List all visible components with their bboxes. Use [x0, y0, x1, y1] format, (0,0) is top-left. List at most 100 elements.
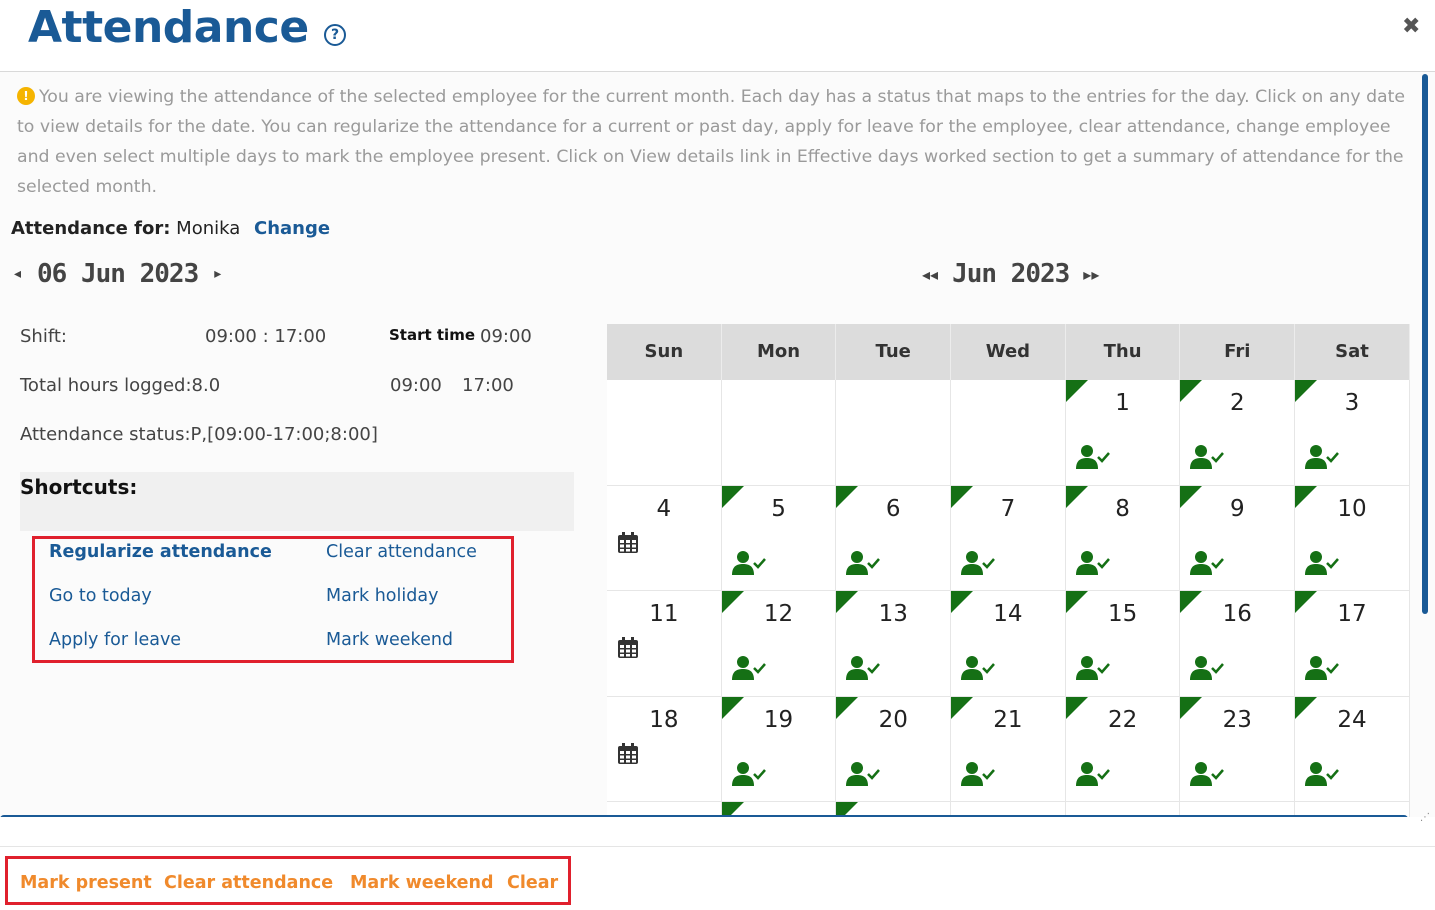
calendar-day-cell[interactable]: 2 — [1180, 380, 1296, 486]
start-time-value: 09:00 — [480, 326, 532, 347]
weekday-sat: Sat — [1295, 324, 1410, 380]
day-navigator: ◂ 06 Jun 2023 ▸ — [14, 256, 221, 292]
attendance-for: Attendance for: Monika Change — [11, 218, 330, 239]
previous-month-icon[interactable]: ◂◂ — [922, 265, 938, 284]
change-employee-link[interactable]: Change — [254, 218, 330, 239]
modal-body: ! You are viewing the attendance of the s… — [0, 72, 1435, 817]
day-number: 11 — [649, 601, 679, 627]
calendar-day-cell[interactable]: 14 — [951, 591, 1066, 697]
previous-day-icon[interactable]: ◂ — [14, 266, 21, 282]
calendar-empty-cell — [607, 380, 722, 486]
present-flag-icon — [1180, 591, 1203, 613]
present-flag-icon — [1065, 485, 1088, 508]
present-flag-icon — [1295, 380, 1318, 402]
mark-present-button[interactable]: Mark present — [20, 873, 152, 893]
calendar-day-cell[interactable]: 20 — [836, 696, 952, 802]
present-flag-icon — [836, 591, 859, 613]
clear-attendance-link[interactable]: Clear attendance — [326, 542, 477, 562]
calendar-day-cell[interactable]: 1 — [1065, 380, 1181, 486]
person-present-icon — [961, 550, 997, 576]
mark-weekend-button[interactable]: Mark weekend — [350, 873, 494, 893]
present-flag-icon — [1295, 591, 1318, 613]
present-flag-icon — [1180, 696, 1203, 719]
calendar-day-cell[interactable]: 15 — [1065, 591, 1181, 697]
present-flag-icon — [836, 485, 859, 508]
weekday-sun: Sun — [607, 324, 722, 380]
next-day-icon[interactable]: ▸ — [214, 266, 221, 282]
calendar-day-cell[interactable]: 4 — [607, 485, 722, 591]
weekday-fri: Fri — [1180, 324, 1296, 380]
calendar-week-row: 11 12 13 14 15 16 17 — [607, 591, 1410, 697]
present-flag-icon — [836, 696, 859, 719]
person-present-icon — [1190, 550, 1226, 576]
present-flag-icon — [721, 485, 744, 508]
vertical-scrollbar[interactable] — [1422, 74, 1428, 614]
calendar-day-cell[interactable]: 22 — [1065, 696, 1181, 802]
calendar-day-cell[interactable]: 10 — [1295, 485, 1410, 591]
present-flag-icon — [1065, 696, 1088, 719]
go-to-today-link[interactable]: Go to today — [49, 586, 152, 606]
weekday-tue: Tue — [836, 324, 952, 380]
calendar-day-cell[interactable]: 21 — [951, 696, 1066, 802]
calendar-empty-cell — [951, 380, 1066, 486]
attendance-status: Attendance status:P,[09:00-17:00;8:00] — [20, 424, 378, 445]
day-number: 4 — [656, 495, 672, 522]
calendar-day-cell[interactable]: 13 — [836, 591, 952, 697]
current-month: Jun 2023 — [952, 259, 1070, 289]
present-flag-icon — [1180, 485, 1203, 508]
shortcuts-title: Shortcuts: — [20, 475, 138, 499]
clear-attendance-button[interactable]: Clear attendance — [164, 873, 333, 893]
calendar-grid: 1 2 3 4 5 6 7 8 9 10 11 12 13 14 15 16 17 18 19 20 21 22 23 24 — [607, 380, 1410, 817]
calendar-day-cell[interactable]: 24 — [1295, 696, 1410, 802]
resize-handle-icon[interactable]: ⋰ — [1420, 812, 1430, 823]
present-flag-icon — [951, 591, 974, 613]
day-number: 18 — [649, 706, 679, 733]
calendar-day-cell[interactable]: 18 — [607, 696, 722, 802]
calendar-empty-cell — [721, 380, 837, 486]
calendar-day-cell[interactable]: 3 — [1295, 380, 1410, 486]
present-flag-icon — [721, 591, 744, 613]
calendar-day-cell[interactable]: 19 — [721, 696, 837, 802]
calendar-day-cell[interactable]: 6 — [836, 485, 952, 591]
calendar-day-cell[interactable]: 16 — [1180, 591, 1296, 697]
present-flag-icon — [721, 696, 744, 719]
mark-holiday-link[interactable]: Mark holiday — [326, 586, 438, 606]
calendar-icon[interactable] — [617, 531, 639, 554]
modal-header: Attendance ? ✖ — [0, 0, 1435, 72]
info-icon: ! — [17, 87, 35, 105]
page-title: Attendance — [28, 2, 309, 53]
calendar-icon[interactable] — [617, 637, 639, 659]
time-in: 09:00 — [390, 375, 442, 396]
calendar-icon[interactable] — [617, 742, 639, 765]
calendar-day-cell[interactable]: 23 — [1180, 696, 1296, 802]
person-present-icon — [846, 655, 882, 681]
person-present-icon — [731, 655, 768, 681]
total-hours-logged: Total hours logged:8.0 — [20, 375, 221, 396]
info-text: You are viewing the attendance of the se… — [17, 87, 1406, 197]
clear-button[interactable]: Clear — [507, 873, 558, 893]
calendar-day-cell[interactable]: 7 — [951, 485, 1066, 591]
time-out: 17:00 — [462, 375, 514, 396]
regularize-attendance-link[interactable]: Regularize attendance — [49, 542, 272, 562]
close-icon[interactable]: ✖ — [1402, 14, 1420, 39]
person-present-icon — [731, 761, 768, 787]
calendar-day-cell[interactable]: 11 — [607, 591, 722, 697]
horizontal-scrollbar[interactable] — [0, 815, 1408, 817]
calendar-day-cell[interactable]: 17 — [1295, 591, 1410, 697]
help-icon[interactable]: ? — [324, 24, 346, 46]
calendar-day-cell[interactable]: 8 — [1065, 485, 1181, 591]
calendar-day-cell[interactable]: 9 — [1180, 485, 1296, 591]
shortcut-links: Regularize attendance Clear attendance G… — [32, 536, 514, 663]
calendar-day-cell[interactable]: 12 — [721, 591, 837, 697]
next-month-icon[interactable]: ▸▸ — [1083, 265, 1099, 284]
person-present-icon — [1075, 444, 1112, 470]
attendance-for-label: Attendance for: — [11, 218, 171, 239]
calendar-day-cell[interactable]: 5 — [721, 485, 837, 591]
mark-weekend-link[interactable]: Mark weekend — [326, 630, 453, 650]
person-present-icon — [1305, 550, 1341, 576]
apply-for-leave-link[interactable]: Apply for leave — [49, 630, 181, 650]
person-present-icon — [1190, 444, 1226, 470]
footer-bar: Mark present Clear attendance Mark weeke… — [0, 846, 1435, 910]
person-present-icon — [1305, 444, 1341, 470]
bulk-actions: Mark present Clear attendance Mark weeke… — [5, 856, 571, 905]
